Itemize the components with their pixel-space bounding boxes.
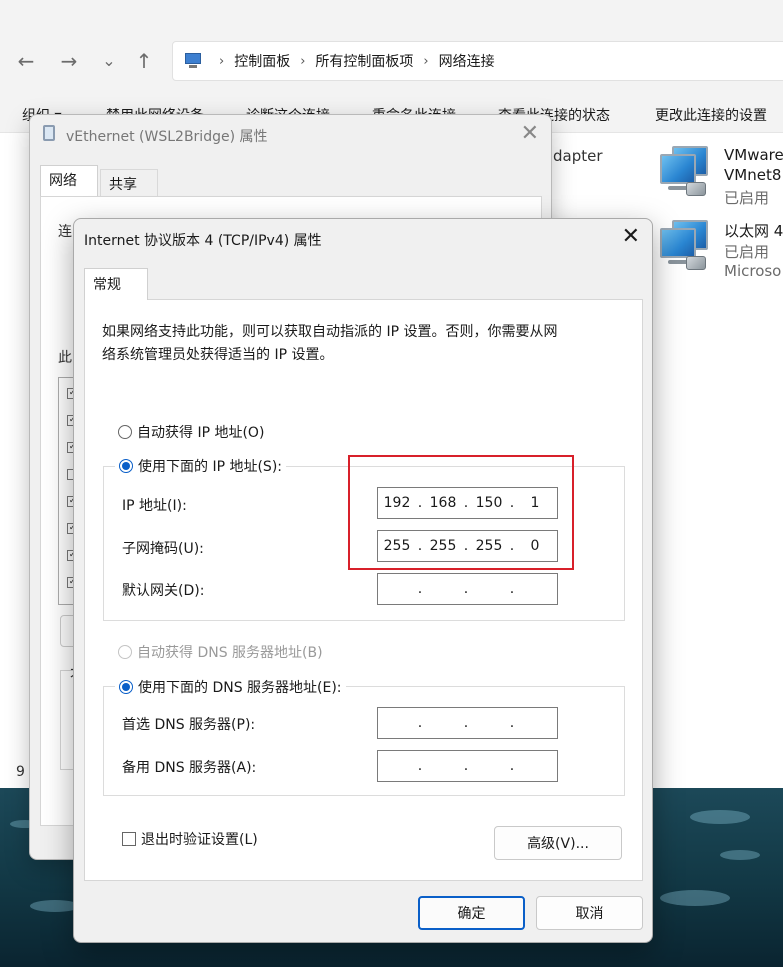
- dialog-title: vEthernet (WSL2Bridge) 属性: [66, 129, 268, 145]
- close-button[interactable]: ✕: [521, 121, 539, 146]
- auto-ip-label: 自动获得 IP 地址(O): [137, 425, 265, 441]
- network-adapter-icon: [43, 125, 55, 141]
- manual-dns-radio[interactable]: 使用下面的 DNS 服务器地址(E):: [115, 677, 346, 697]
- alternate-dns-label: 备用 DNS 服务器(A):: [122, 760, 257, 776]
- advanced-button[interactable]: 高级(V)...: [494, 826, 622, 860]
- manual-dns-label: 使用下面的 DNS 服务器地址(E):: [138, 680, 342, 696]
- item-count: 9: [16, 764, 25, 780]
- octet: 192: [383, 495, 411, 511]
- connect-using-label: 连: [58, 224, 72, 240]
- chevron-right-icon: ›: [423, 53, 429, 69]
- description-line-1: 如果网络支持此功能，则可以获取自动指派的 IP 设置。否则，你需要从网: [102, 324, 558, 340]
- ip-address-label: IP 地址(I):: [122, 498, 187, 514]
- chevron-right-icon: ›: [300, 53, 306, 69]
- network-adapter-icon: [658, 220, 710, 272]
- adapter-status: 已启用: [724, 189, 770, 207]
- manual-ip-radio[interactable]: 使用下面的 IP 地址(S):: [115, 456, 286, 476]
- octet: 168: [429, 495, 457, 511]
- change-settings-command[interactable]: 更改此连接的设置: [655, 105, 767, 125]
- breadcrumb-control-panel[interactable]: 控制面板: [234, 51, 290, 71]
- octet: 0: [530, 538, 540, 554]
- up-button[interactable]: ↑: [131, 48, 157, 74]
- cancel-button[interactable]: 取消: [536, 896, 643, 930]
- default-gateway-label: 默认网关(D):: [122, 583, 205, 599]
- tab-panel: 如果网络支持此功能，则可以获取自动指派的 IP 设置。否则，你需要从网 络系统管…: [84, 299, 643, 881]
- address-bar[interactable]: › 控制面板 › 所有控制面板项 › 网络连接: [172, 41, 783, 81]
- default-gateway-field[interactable]: . . .: [377, 573, 558, 605]
- adapter-name: 以太网 4: [724, 222, 783, 240]
- radio-checked-icon: [119, 459, 133, 473]
- forward-button[interactable]: →: [56, 48, 82, 74]
- auto-ip-radio[interactable]: 自动获得 IP 地址(O): [118, 422, 264, 442]
- preferred-dns-field[interactable]: . . .: [377, 707, 558, 739]
- preferred-dns-label: 首选 DNS 服务器(P):: [122, 717, 256, 733]
- auto-dns-label: 自动获得 DNS 服务器地址(B): [137, 645, 323, 661]
- tab-sharing[interactable]: 共享: [100, 169, 158, 197]
- explorer-toolbar: ← → ⌄ ↑ › 控制面板 › 所有控制面板项 › 网络连接: [0, 0, 783, 93]
- subnet-mask-field[interactable]: 255. 255. 255. 0: [377, 530, 558, 562]
- ipv4-properties-dialog: Internet 协议版本 4 (TCP/IPv4) 属性 ✕ 常规 如果网络支…: [73, 218, 653, 943]
- control-panel-icon: [183, 53, 203, 69]
- adapter-device: VMnet8: [724, 166, 782, 184]
- adapter-partial-name: dapter: [553, 147, 603, 165]
- adapter-device: Microso: [724, 262, 782, 280]
- dialog-title: Internet 协议版本 4 (TCP/IPv4) 属性: [84, 233, 322, 249]
- ok-button[interactable]: 确定: [418, 896, 525, 930]
- tab-network[interactable]: 网络: [40, 165, 98, 197]
- subnet-mask-label: 子网掩码(U):: [122, 541, 204, 557]
- radio-checked-icon: [119, 680, 133, 694]
- adapter-status: 已启用: [724, 243, 770, 261]
- ip-address-field[interactable]: 192. 168. 150. 1: [377, 487, 558, 519]
- manual-ip-label: 使用下面的 IP 地址(S):: [138, 459, 282, 475]
- auto-dns-radio: 自动获得 DNS 服务器地址(B): [118, 642, 323, 662]
- validate-on-exit-label: 退出时验证设置(L): [141, 832, 258, 848]
- radio-unchecked-icon: [118, 425, 132, 439]
- recent-locations-button[interactable]: ⌄: [96, 48, 122, 74]
- description-line-2: 络系统管理员处获得适当的 IP 设置。: [102, 347, 334, 363]
- adapter-name: VMware: [724, 146, 783, 164]
- breadcrumb-all-items[interactable]: 所有控制面板项: [315, 51, 413, 71]
- chevron-right-icon: ›: [219, 53, 225, 69]
- network-adapter-icon: [658, 146, 710, 198]
- octet: 255: [429, 538, 457, 554]
- octet: 150: [475, 495, 503, 511]
- checkbox-unchecked-icon: [122, 832, 136, 846]
- validate-on-exit-checkbox[interactable]: 退出时验证设置(L): [122, 829, 258, 849]
- back-button[interactable]: ←: [13, 48, 39, 74]
- tab-general[interactable]: 常规: [84, 268, 148, 300]
- breadcrumb-network-connections[interactable]: 网络连接: [439, 51, 495, 71]
- octet: 255: [383, 538, 411, 554]
- close-button[interactable]: ✕: [622, 224, 640, 249]
- items-label: 此: [58, 350, 72, 366]
- octet: 255: [475, 538, 503, 554]
- octet: 1: [530, 495, 540, 511]
- radio-disabled-icon: [118, 645, 132, 659]
- alternate-dns-field[interactable]: . . .: [377, 750, 558, 782]
